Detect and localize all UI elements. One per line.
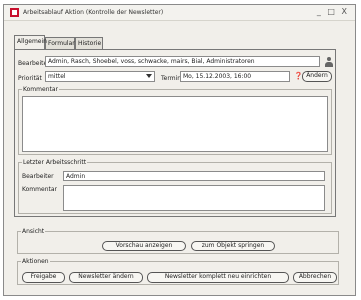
zum-objekt-springen-button[interactable]: zum Objekt springen <box>191 241 275 251</box>
tab-allgemein[interactable]: Allgemein <box>14 35 47 49</box>
termin-label: Termin <box>161 75 182 82</box>
letzter-kommentar-label: Kommentar <box>22 186 57 193</box>
abbrechen-button[interactable]: Abbrechen <box>293 272 337 283</box>
tab-historie[interactable]: Historie <box>75 37 103 49</box>
letzter-arbeitsschritt-group: Letzter Arbeitsschritt Bearbeiter Admin … <box>18 159 332 214</box>
letzter-kommentar-field <box>63 185 325 211</box>
window-controls[interactable]: _ □ X <box>317 7 349 16</box>
ansicht-title: Ansicht <box>21 228 46 235</box>
ansicht-group: Ansicht Vorschau anzeigen zum Objekt spr… <box>17 228 339 254</box>
tab-panel-allgemein: Bearbeiter Admin, Rasch, Shoebel, voss, … <box>14 49 336 217</box>
prioritaet-value: mittel <box>48 73 66 80</box>
app-logo-icon <box>10 8 19 17</box>
help-icon[interactable]: ❓ <box>294 72 303 81</box>
letzter-bearbeiter-field: Admin <box>63 171 325 181</box>
vorschau-anzeigen-button[interactable]: Vorschau anzeigen <box>102 241 186 251</box>
letzter-arbeitsschritt-title: Letzter Arbeitsschritt <box>22 159 88 166</box>
aendern-button[interactable]: Ändern <box>302 71 332 82</box>
aktionen-title: Aktionen <box>21 258 50 265</box>
prioritaet-select[interactable]: mittel <box>45 71 155 82</box>
kommentar-group-title: Kommentar <box>22 86 59 93</box>
user-select-icon[interactable] <box>325 57 333 67</box>
letzter-bearbeiter-label: Bearbeiter <box>22 173 54 180</box>
kommentar-textarea[interactable] <box>22 96 328 152</box>
kommentar-group: Kommentar <box>18 86 332 155</box>
newsletter-neu-button[interactable]: Newsletter komplett neu einrichten <box>147 272 289 283</box>
chevron-down-icon[interactable] <box>146 74 152 78</box>
newsletter-aendern-button[interactable]: Newsletter ändern <box>69 272 143 283</box>
prioritaet-label: Priorität <box>18 75 42 82</box>
window-title: Arbeitsablauf Aktion (Kontrolle der News… <box>23 9 164 16</box>
tab-formular[interactable]: Formular <box>45 37 75 49</box>
termin-field[interactable]: Mo, 15.12.2003, 16:00 <box>180 71 290 82</box>
title-bar: Arbeitsablauf Aktion (Kontrolle der News… <box>4 5 355 21</box>
bearbeiter-field[interactable]: Admin, Rasch, Shoebel, voss, schwacke, m… <box>45 56 320 67</box>
freigabe-button[interactable]: Freigabe <box>22 272 65 283</box>
aktionen-group: Aktionen Freigabe Newsletter ändern News… <box>17 258 339 285</box>
